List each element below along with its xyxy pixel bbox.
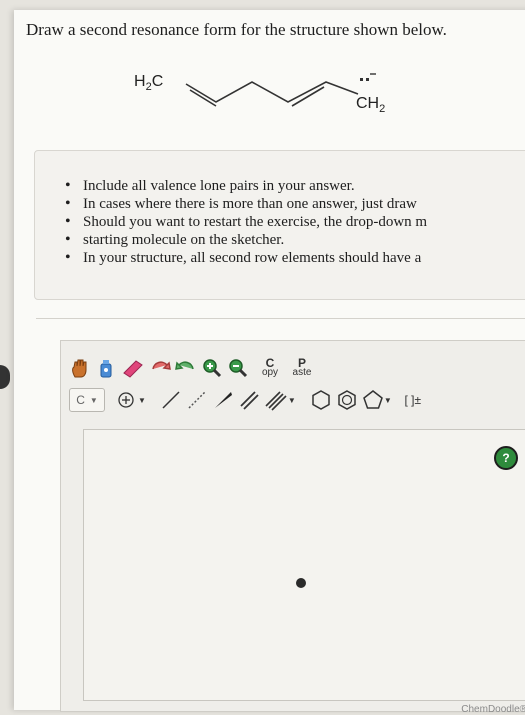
chevron-down-icon: ▼	[287, 395, 296, 405]
zoom-in-icon[interactable]	[201, 355, 223, 381]
zoom-out-icon[interactable]	[227, 355, 249, 381]
wedge-bond-icon[interactable]	[212, 387, 234, 413]
element-select[interactable]: C ▼	[69, 388, 105, 412]
molecule-double-bond-1	[189, 89, 217, 107]
help-icon[interactable]: ?	[494, 446, 518, 470]
question-text: Draw a second resonance form for the str…	[26, 20, 447, 39]
copy-button[interactable]: C opy	[259, 355, 281, 381]
chevron-down-icon: ▼	[383, 395, 392, 405]
molecule-bonds	[185, 81, 359, 103]
left-edge-handle	[0, 365, 10, 389]
chevron-down-icon: ▼	[138, 395, 146, 405]
chemdoodle-sketcher: C opy P aste C ▼ ▼ ▼ ▼ []± ? ChemDoodle…	[60, 340, 525, 715]
divider	[36, 318, 525, 319]
charge-plus-icon[interactable]: ▼	[117, 387, 146, 413]
paste-button[interactable]: P aste	[291, 355, 313, 381]
instruction-item: Should you want to restart the exercise,…	[65, 213, 525, 231]
bracket-label: [ ]±	[404, 393, 422, 407]
lasso-bottle-icon[interactable]	[95, 355, 117, 381]
cyclohexane-icon[interactable]	[310, 387, 332, 413]
drawing-canvas[interactable]: ?	[83, 429, 525, 701]
element-label: C	[76, 393, 85, 407]
question-page: Draw a second resonance form for the str…	[14, 10, 525, 715]
paste-label: aste	[292, 367, 312, 378]
triple-bond-icon[interactable]: ▼	[264, 387, 296, 413]
eraser-icon[interactable]	[121, 355, 145, 381]
chevron-down-icon: ▼	[89, 395, 98, 405]
instructions-box: Include all valence lone pairs in your a…	[34, 150, 525, 300]
dashed-bond-icon[interactable]	[186, 387, 208, 413]
lone-pair-dot	[360, 78, 363, 81]
cyclopentane-icon[interactable]: ▼	[362, 387, 392, 413]
cursor-dot	[296, 578, 306, 588]
instruction-item-continued: starting molecule on the sketcher.	[65, 231, 525, 249]
single-bond-icon[interactable]	[160, 387, 182, 413]
toolbar-top: C opy P aste	[69, 353, 313, 383]
copy-label: opy	[261, 367, 279, 378]
instruction-item: In cases where there is more than one an…	[65, 195, 525, 213]
lone-pair-dot	[366, 78, 369, 81]
toolbar-bottom: C ▼ ▼ ▼ ▼ []±	[69, 385, 424, 415]
chemdoodle-brand: ChemDoodle®	[461, 704, 525, 715]
double-bond-icon[interactable]	[238, 387, 260, 413]
instruction-item: Include all valence lone pairs in your a…	[65, 177, 525, 195]
instruction-item: In your structure, all second row elemen…	[65, 249, 525, 267]
molecule-right-group: CH2	[356, 95, 385, 115]
instructions-list: Include all valence lone pairs in your a…	[65, 177, 525, 267]
pan-hand-icon[interactable]	[69, 355, 91, 381]
bracket-charge-button[interactable]: [ ]±	[402, 387, 424, 413]
benzene-icon[interactable]	[336, 387, 358, 413]
redo-icon[interactable]	[175, 355, 197, 381]
undo-icon[interactable]	[149, 355, 171, 381]
molecule-structure: H2C CH2	[134, 73, 385, 115]
molecule-left-group: H2C	[134, 73, 163, 93]
